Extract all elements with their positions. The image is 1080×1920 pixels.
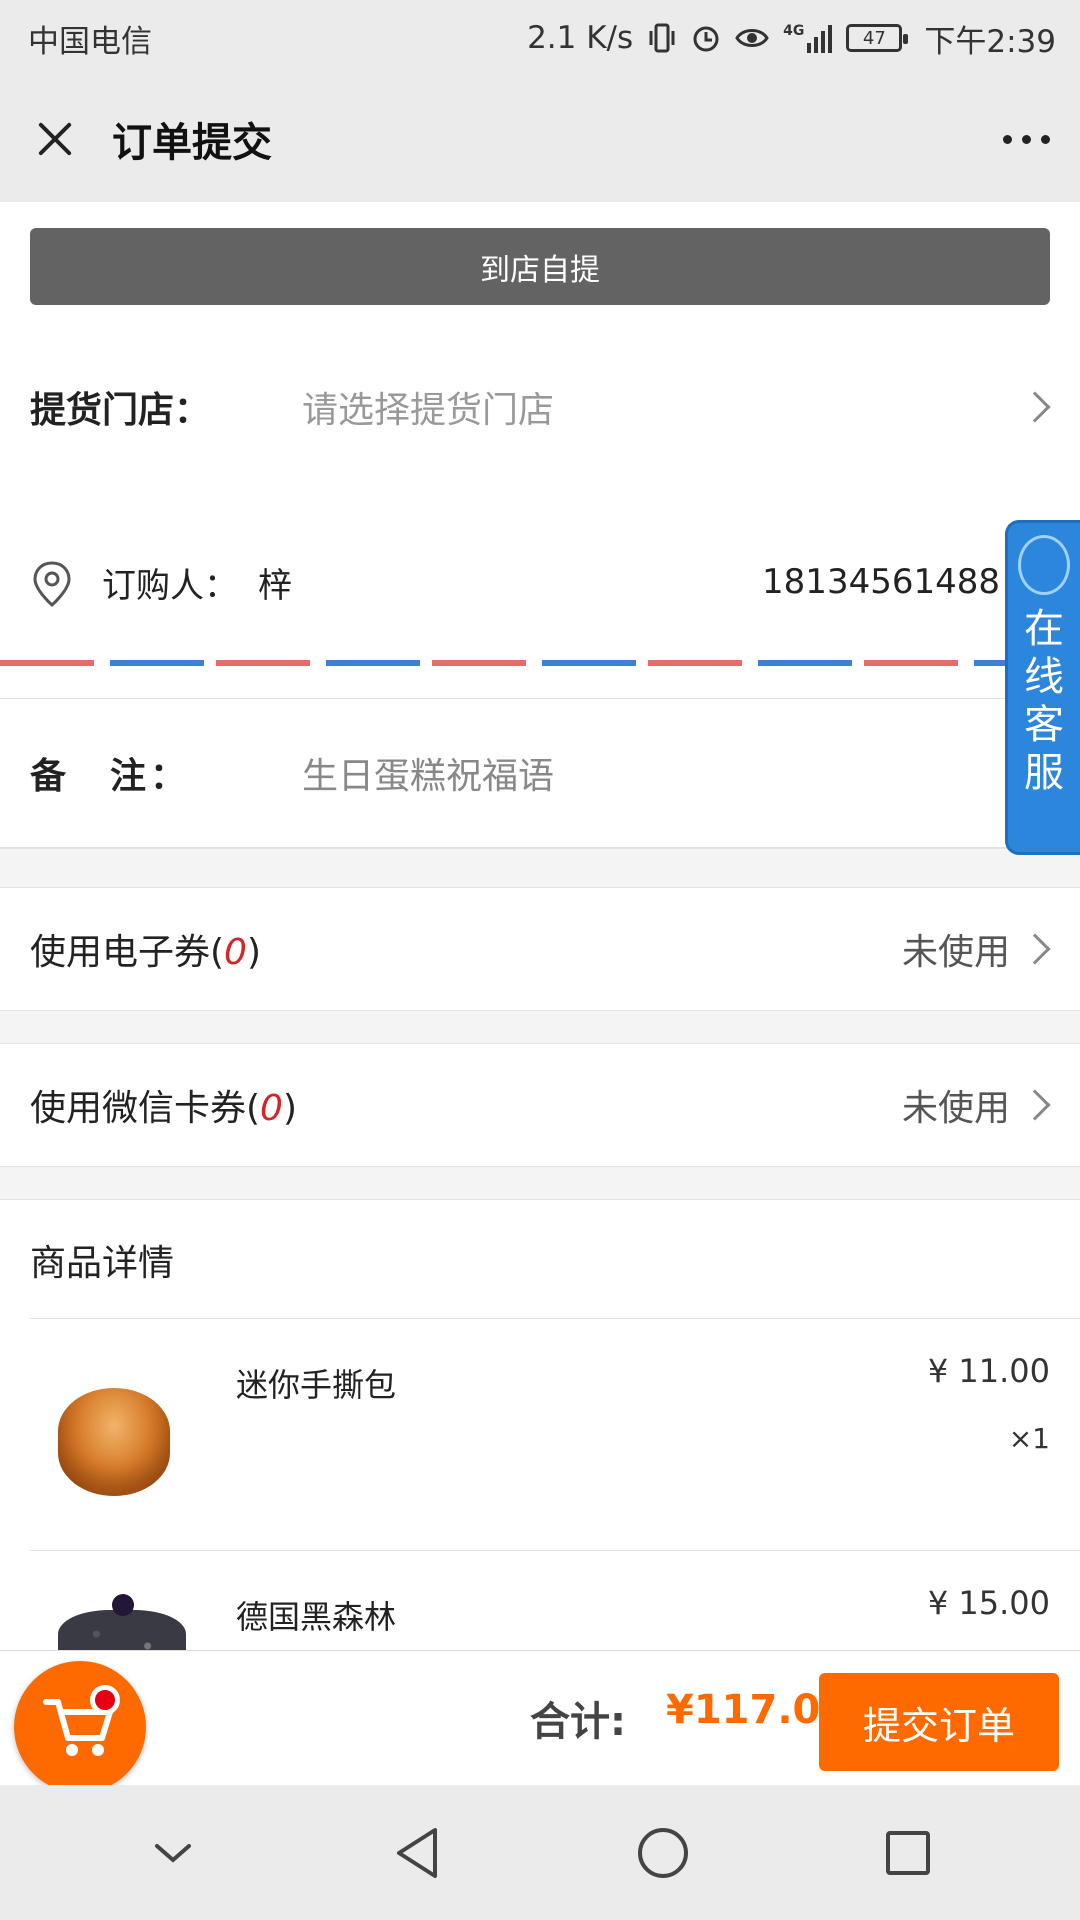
note-input[interactable]: 生日蛋糕祝福语 <box>302 747 554 799</box>
checkout-bar: 合计: ¥117.00 提交订单 <box>0 1650 1080 1793</box>
location-pin-icon <box>30 560 74 608</box>
buyer-row: 订购人： 梓 18134561488 <box>0 522 1000 642</box>
buyer-phone: 18134561488 <box>762 562 1000 602</box>
signal-icon: 4G <box>783 23 833 53</box>
divider <box>30 1550 1080 1551</box>
battery-icon: 47 <box>846 24 909 52</box>
carrier-label: 中国电信 <box>28 23 152 60</box>
recent-square-icon[interactable] <box>868 1813 948 1893</box>
section-gap <box>0 1166 1080 1200</box>
more-icon[interactable] <box>1003 125 1050 154</box>
e-coupon-status: 未使用 <box>901 932 1010 973</box>
cart-badge <box>90 1685 120 1715</box>
title-bar: 订单提交 <box>0 76 1080 202</box>
eye-icon <box>735 24 769 52</box>
back-triangle-icon[interactable] <box>378 1813 458 1893</box>
chevron-right-icon <box>1019 391 1051 423</box>
cart-button[interactable] <box>14 1661 146 1793</box>
home-circle-icon[interactable] <box>623 1813 703 1893</box>
buyer-name: 梓 <box>258 565 292 606</box>
service-label: 在线客服 <box>1024 606 1064 796</box>
wechat-coupon-text: 使用微信卡券( <box>30 1088 261 1129</box>
bread-image <box>58 1388 170 1496</box>
wechat-coupon-label: 使用微信卡券(0) <box>30 1079 297 1131</box>
product-item[interactable]: 迷你手撕包 ¥ 11.00 ×1 <box>30 1320 1050 1550</box>
note-row[interactable]: 备 注： 生日蛋糕祝福语 <box>0 698 1080 848</box>
product-quantity: ×1 <box>1008 1422 1050 1455</box>
wechat-coupon-count: 0 <box>260 1088 283 1129</box>
product-section-title: 商品详情 <box>30 1243 175 1284</box>
e-coupon-row[interactable]: 使用电子券(0) 未使用 <box>0 888 1080 1010</box>
status-icons: 2.1 K/s 4G 47 下午2:39 <box>527 16 1056 61</box>
submit-order-button[interactable]: 提交订单 <box>819 1673 1059 1771</box>
airmail-divider <box>0 660 1080 666</box>
chevron-right-icon <box>1019 1089 1051 1121</box>
e-coupon-label: 使用电子券(0) <box>30 923 261 975</box>
cake-image <box>58 1594 186 1650</box>
status-bar: 中国电信 2.1 K/s 4G 47 下午2:39 <box>0 0 1080 76</box>
total-label: 合计: <box>530 1699 626 1745</box>
e-coupon-text: 使用电子券( <box>30 932 225 973</box>
network-speed: 2.1 K/s <box>527 20 634 56</box>
alarm-icon <box>691 22 721 54</box>
wechat-coupon-status: 未使用 <box>901 1088 1010 1129</box>
e-coupon-count: 0 <box>224 932 247 973</box>
product-image <box>58 1388 176 1506</box>
close-icon[interactable] <box>30 114 80 164</box>
product-name: 迷你手撕包 <box>236 1366 397 1404</box>
section-gap <box>0 1010 1080 1044</box>
store-selector[interactable]: 提货门店： 请选择提货门店 <box>0 342 1080 472</box>
wechat-coupon-row[interactable]: 使用微信卡券(0) 未使用 <box>0 1044 1080 1166</box>
store-placeholder: 请选择提货门店 <box>302 390 555 431</box>
order-form: 到店自提 提货门店： 请选择提货门店 订购人： 梓 18134561488 备 … <box>0 202 1080 1650</box>
clock: 下午2:39 <box>924 23 1056 60</box>
e-coupon-suffix: ) <box>246 932 261 973</box>
buyer-label: 订购人： <box>102 565 238 606</box>
service-avatar-icon <box>1018 535 1070 595</box>
product-name: 德国黑森林 <box>236 1598 397 1636</box>
network-type: 4G <box>783 23 805 39</box>
divider <box>30 1318 1080 1319</box>
chevron-down-icon[interactable] <box>133 1813 213 1893</box>
product-item[interactable]: 德国黑森林 ¥ 15.00 <box>30 1552 1050 1650</box>
pickup-in-store-button[interactable]: 到店自提 <box>30 228 1050 305</box>
wechat-coupon-suffix: ) <box>282 1088 297 1129</box>
system-nav-bar <box>0 1785 1080 1920</box>
note-label: 备 注： <box>30 756 191 797</box>
chevron-right-icon <box>1019 933 1051 965</box>
product-price: ¥ 15.00 <box>927 1584 1050 1622</box>
section-gap <box>0 848 1080 888</box>
page-title: 订单提交 <box>112 120 272 166</box>
store-label: 提货门店： <box>30 390 211 431</box>
vibrate-icon <box>647 22 677 54</box>
product-price: ¥ 11.00 <box>927 1352 1050 1390</box>
online-service-button[interactable]: 在线客服 <box>1005 520 1080 855</box>
battery-level: 47 <box>862 27 886 49</box>
